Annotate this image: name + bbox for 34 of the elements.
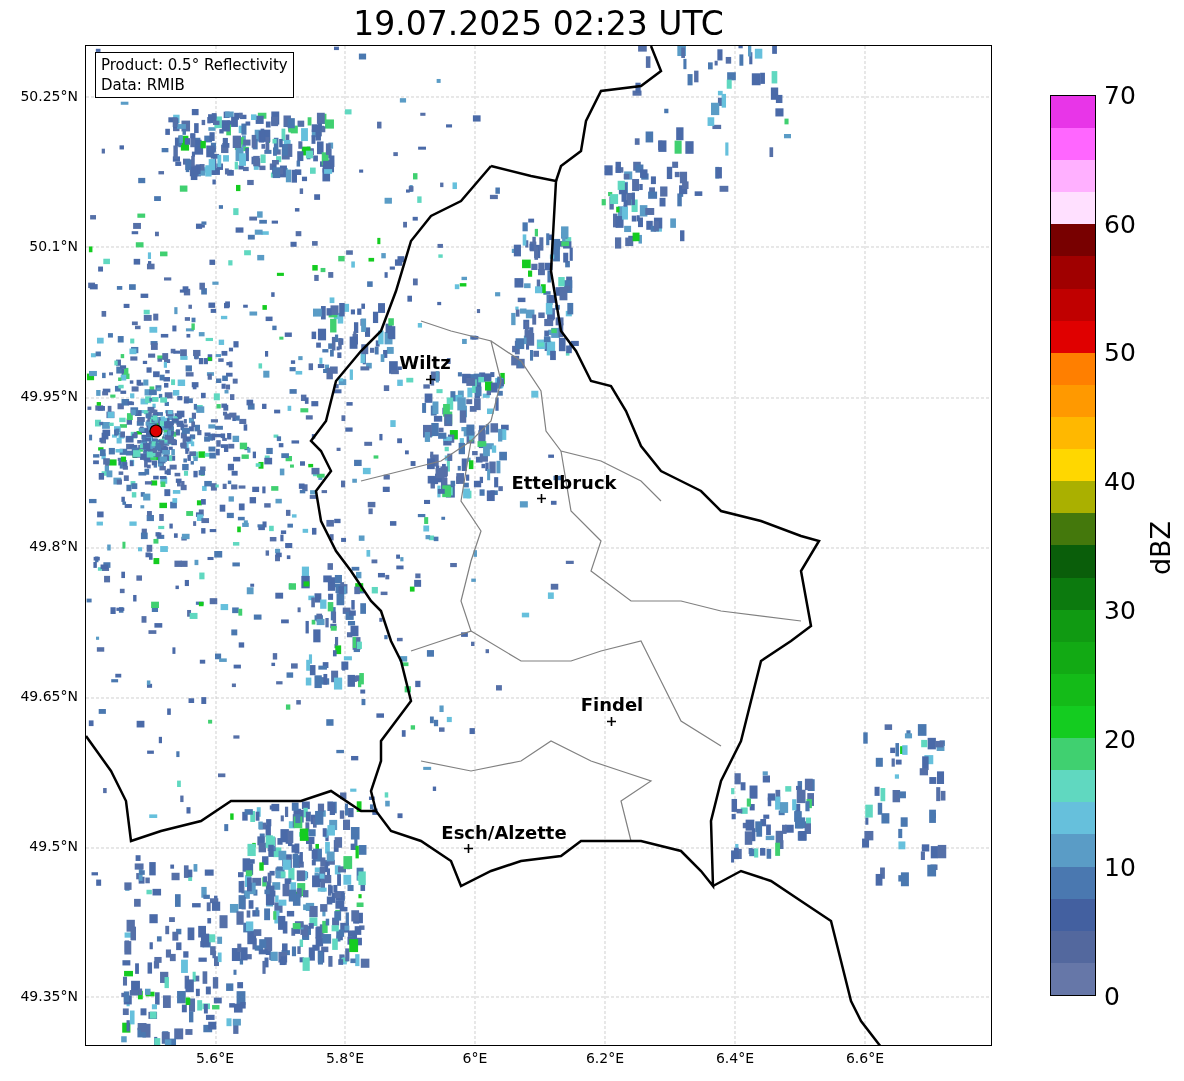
colorbar-tick-label: 60: [1104, 209, 1136, 239]
y-tick-label: 50.1°N: [29, 238, 78, 254]
city-label: Wiltz: [399, 352, 451, 373]
colorbar-label: dBZ: [1144, 520, 1176, 576]
x-tick-label: 5.8°E: [325, 1050, 365, 1066]
y-tick-label: 49.65°N: [20, 688, 78, 704]
radar-site-icon: [149, 424, 163, 438]
x-tick-label: 5.6°E: [195, 1050, 235, 1066]
city-marker-icon: [606, 716, 616, 726]
city-marker-icon: [536, 493, 546, 503]
colorbar-tick-label: 30: [1104, 595, 1136, 625]
x-tick-label: 6.2°E: [585, 1050, 625, 1066]
x-tick-label: 6.4°E: [715, 1050, 755, 1066]
y-tick-label: 50.25°N: [20, 88, 78, 104]
y-tick-label: 49.35°N: [20, 988, 78, 1004]
colorbar-tick-label: 50: [1104, 337, 1136, 367]
city-label: Findel: [580, 694, 644, 715]
x-tick-label: 6.6°E: [845, 1050, 885, 1066]
y-tick-label: 49.8°N: [29, 538, 78, 554]
city-marker-icon: [463, 843, 473, 853]
colorbar-tick-label: 70: [1104, 80, 1136, 110]
chart-title: 19.07.2025 02:23 UTC: [352, 4, 725, 43]
legend-text: Product: 0.5° Reflectivity: [101, 55, 288, 75]
colorbar-tick-label: 40: [1104, 466, 1136, 496]
colorbar-tick-label: 0: [1104, 981, 1120, 1011]
x-tick-label: 6°E: [462, 1050, 488, 1066]
city-marker-icon: [425, 374, 435, 384]
city-label: Ettelbruck: [511, 472, 617, 493]
y-tick-label: 49.5°N: [29, 838, 78, 854]
colorbar-tick-label: 20: [1104, 724, 1136, 754]
y-tick-label: 49.95°N: [20, 388, 78, 404]
colorbar-tick-label: 10: [1104, 852, 1136, 882]
city-label: Esch/Alzette: [441, 822, 567, 843]
legend-text: Data: RMIB: [101, 75, 186, 95]
